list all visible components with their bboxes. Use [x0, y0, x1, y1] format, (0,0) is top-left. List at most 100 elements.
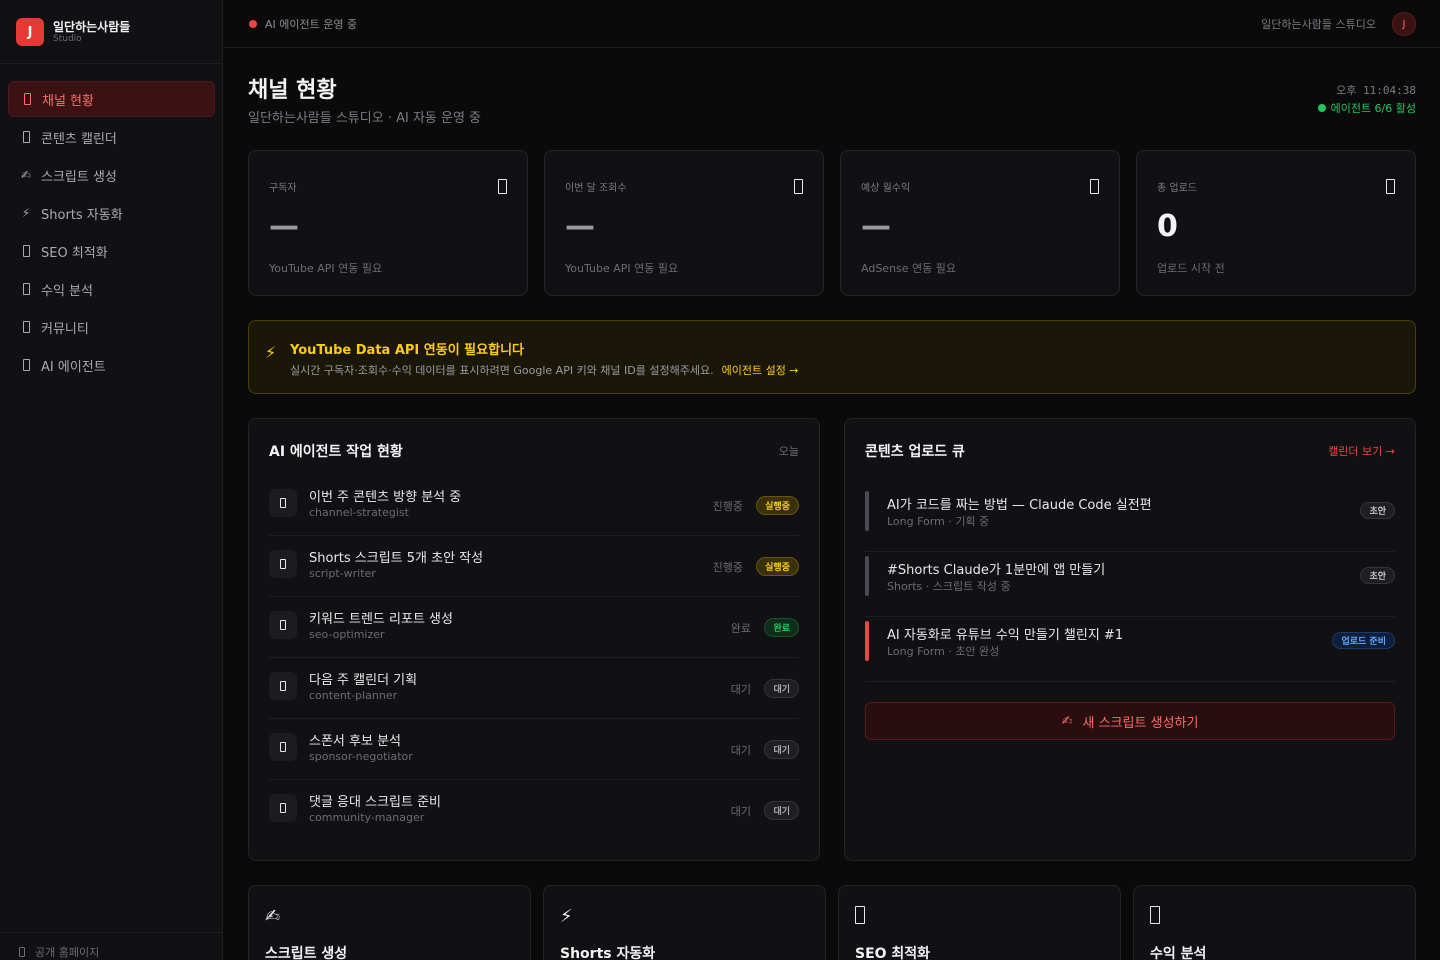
agents-active-indicator: 에이전트 6/6 활성	[1317, 100, 1416, 116]
lightning-icon: ⚡	[21, 206, 31, 220]
page-title: 채널 현황	[248, 78, 337, 103]
sidebar-item-ai-agents[interactable]: AI 에이전트	[8, 347, 215, 383]
task-row[interactable]: 다음 주 캘린더 기획 content-planner 대기 대기	[269, 658, 799, 719]
lightning-icon: ⚡	[560, 906, 573, 927]
quick-card-revenue[interactable]: 수익 분석	[1133, 885, 1416, 960]
box-icon	[1150, 906, 1160, 929]
public-homepage-link[interactable]: 공개 홈페이지	[16, 944, 99, 960]
brand-name: 일단하는사람들	[53, 20, 131, 34]
sidebar-item-label: 콘텐츠 캘린더	[41, 131, 117, 147]
sidebar-item-label: SEO 최적화	[41, 245, 108, 261]
task-row[interactable]: 키워드 트렌드 리포트 생성 seo-optimizer 완료 완료	[269, 597, 799, 658]
upload-queue-panel: 콘텐츠 업로드 큐 캘린더 보기 → AI가 코드를 짜는 방법 — Claud…	[844, 418, 1416, 861]
sidebar-item-revenue[interactable]: 수익 분석	[8, 271, 215, 307]
queue-item[interactable]: #Shorts Claude가 1분만에 앱 만들기 Shorts · 스크립트…	[865, 552, 1395, 617]
stat-value: —	[269, 209, 299, 244]
task-agent: seo-optimizer	[309, 628, 385, 641]
app-root: J 일단하는사람들 Studio 채널 현황 콘텐츠 캘린더 ✍ 스크립트 생성…	[0, 0, 1440, 960]
task-title: 댓글 응대 스크립트 준비	[309, 795, 441, 810]
box-icon	[269, 794, 297, 822]
task-agent: community-manager	[309, 811, 425, 824]
queue-meta: Long Form · 기획 중	[887, 515, 990, 528]
sidebar-item-channel-status[interactable]: 채널 현황	[8, 81, 215, 117]
agent-settings-link[interactable]: 에이전트 설정 →	[722, 364, 799, 377]
agent-tasks-panel: AI 에이전트 작업 현황 오늘 이번 주 콘텐츠 방향 분석 중 channe…	[248, 418, 820, 861]
task-title: 다음 주 캘린더 기획	[309, 673, 418, 688]
task-status: 진행중	[712, 561, 743, 574]
box-icon	[498, 179, 507, 194]
task-row[interactable]: 이번 주 콘텐츠 방향 분석 중 channel-strategist 진행중 …	[269, 475, 799, 536]
box-icon	[20, 130, 32, 144]
task-title: Shorts 스크립트 5개 초안 작성	[309, 551, 484, 566]
stat-label: 예상 월수익	[861, 183, 911, 194]
task-title: 스폰서 후보 분석	[309, 734, 401, 749]
writing-hand-icon: ✍	[20, 168, 32, 182]
sidebar-item-content-calendar[interactable]: 콘텐츠 캘린더	[8, 119, 215, 155]
stat-value: —	[861, 209, 891, 244]
sidebar-item-label: 수익 분석	[41, 283, 93, 299]
queue-status-bar	[865, 491, 869, 531]
sidebar-item-community[interactable]: 커뮤니티	[8, 309, 215, 345]
task-title: 키워드 트렌드 리포트 생성	[309, 612, 453, 627]
page-subtitle: 일단하는사람들 스튜디오 · AI 자동 운영 중	[248, 111, 482, 126]
sidebar: J 일단하는사람들 Studio 채널 현황 콘텐츠 캘린더 ✍ 스크립트 생성…	[0, 0, 223, 960]
stat-foot: YouTube API 연동 필요	[565, 262, 679, 275]
status-badge: 대기	[764, 679, 799, 698]
agent-status: AI 에이전트 운영 중	[249, 16, 357, 32]
box-icon	[269, 550, 297, 578]
task-agent: sponsor-negotiator	[309, 750, 413, 763]
stat-label: 총 업로드	[1157, 183, 1197, 194]
quick-card-seo[interactable]: SEO 최적화	[838, 885, 1121, 960]
alert-text: 실시간 구독자·조회수·수익 데이터를 표시하려면 Google API 키와 …	[290, 364, 714, 377]
status-badge: 대기	[764, 740, 799, 759]
queue-title: AI가 코드를 짜는 방법 — Claude Code 실전편	[887, 498, 1152, 513]
agents-active-text: 에이전트 6/6 활성	[1330, 102, 1416, 115]
calendar-view-link[interactable]: 캘린더 보기 →	[1328, 443, 1395, 459]
avatar[interactable]: J	[1392, 12, 1416, 36]
sidebar-item-label: Shorts 자동화	[41, 207, 123, 223]
task-status: 대기	[730, 683, 751, 696]
queue-item[interactable]: AI가 코드를 짜는 방법 — Claude Code 실전편 Long For…	[865, 487, 1395, 552]
box-icon	[20, 244, 32, 258]
sidebar-item-seo[interactable]: SEO 최적화	[8, 233, 215, 269]
box-icon	[1090, 179, 1099, 194]
sidebar-item-label: 스크립트 생성	[41, 169, 117, 185]
task-status: 대기	[730, 744, 751, 757]
new-script-button[interactable]: ✍ 새 스크립트 생성하기	[865, 702, 1395, 740]
sidebar-item-label: 채널 현황	[42, 93, 94, 109]
topbar: AI 에이전트 운영 중 일단하는사람들 스튜디오 J	[224, 0, 1440, 48]
panel-meta: 오늘	[778, 445, 799, 458]
stat-value: 0	[1157, 209, 1178, 244]
task-agent: channel-strategist	[309, 506, 409, 519]
panel-title: AI 에이전트 작업 현황	[269, 444, 403, 460]
status-badge: 실행중	[756, 496, 799, 515]
clock: 오후 11:04:38	[1336, 84, 1416, 97]
brand[interactable]: J 일단하는사람들 Studio	[16, 18, 130, 46]
task-status: 대기	[730, 805, 751, 818]
sidebar-item-script-generation[interactable]: ✍ 스크립트 생성	[8, 157, 215, 193]
quick-card-title: 수익 분석	[1150, 946, 1207, 960]
stat-card-monthly-views: 이번 달 조회수 — YouTube API 연동 필요	[544, 150, 824, 296]
stat-foot: 업로드 시작 전	[1157, 262, 1225, 275]
alert-text-line: 실시간 구독자·조회수·수익 데이터를 표시하려면 Google API 키와 …	[290, 362, 799, 378]
task-row[interactable]: Shorts 스크립트 5개 초안 작성 script-writer 진행중 실…	[269, 536, 799, 597]
public-homepage-label: 공개 홈페이지	[35, 946, 100, 959]
sidebar-item-shorts-automation[interactable]: ⚡ Shorts 자동화	[8, 195, 215, 231]
queue-status-bar	[865, 556, 869, 596]
quick-card-script-generation[interactable]: ✍ 스크립트 생성	[248, 885, 531, 960]
stat-card-estimated-revenue: 예상 월수익 — AdSense 연동 필요	[840, 150, 1120, 296]
box-icon	[20, 282, 32, 296]
studio-name: 일단하는사람들 스튜디오	[1261, 18, 1376, 31]
topbar-right: 일단하는사람들 스튜디오 J	[1261, 12, 1416, 36]
quick-card-shorts-automation[interactable]: ⚡ Shorts 자동화	[543, 885, 826, 960]
agent-status-text: AI 에이전트 운영 중	[265, 18, 358, 31]
task-row[interactable]: 스폰서 후보 분석 sponsor-negotiator 대기 대기	[269, 719, 799, 780]
stat-value: —	[565, 209, 595, 244]
status-badge: 업로드 준비	[1332, 632, 1395, 649]
divider	[0, 932, 223, 933]
alert-title: YouTube Data API 연동이 필요합니다	[290, 343, 524, 358]
task-row[interactable]: 댓글 응대 스크립트 준비 community-manager 대기 대기	[269, 780, 799, 841]
status-badge: 대기	[764, 801, 799, 820]
queue-item[interactable]: AI 자동화로 유튜브 수익 만들기 챌린지 #1 Long Form · 초안…	[865, 617, 1395, 682]
task-status: 진행중	[712, 500, 743, 513]
